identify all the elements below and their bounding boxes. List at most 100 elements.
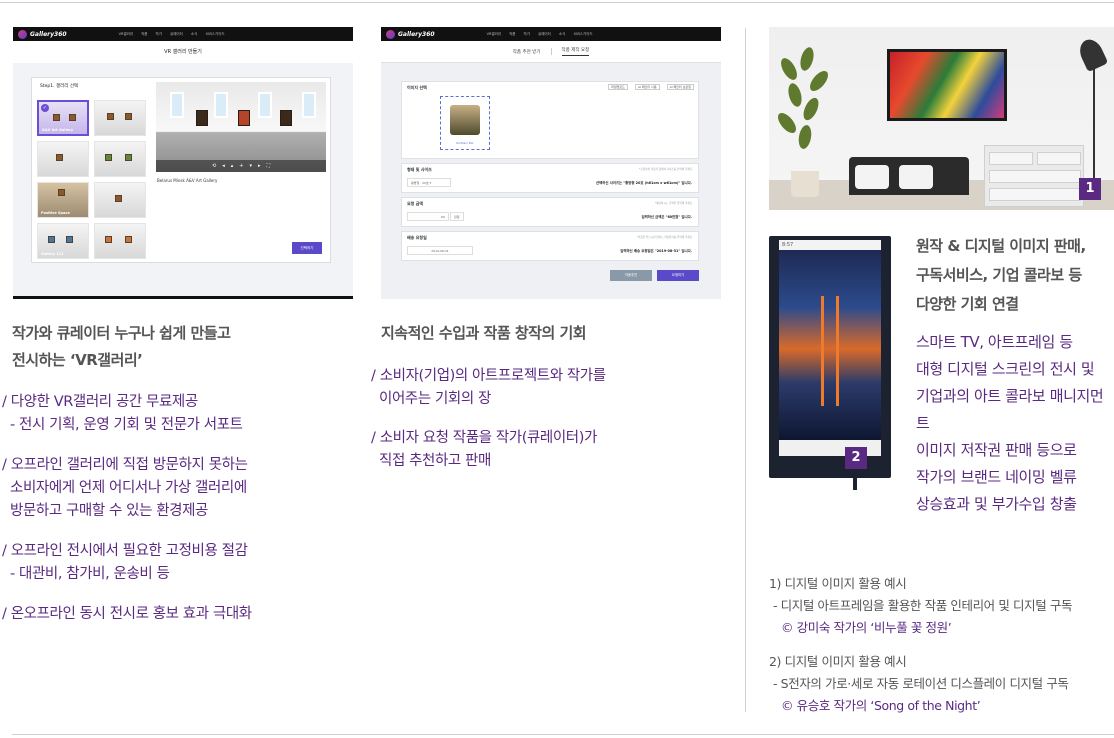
caption-2: 2) 디지털 이미지 활용 예시 - S전자의 가로·세로 자동 로테이션 디스… <box>769 654 1069 713</box>
gallery-thumb[interactable]: Gallery 111 <box>37 223 89 259</box>
section-title: 배송 요청일 <box>407 235 427 240</box>
tab-recommend[interactable]: 작품 추천 받기 <box>513 49 541 55</box>
list-item: / 오프라인 갤러리에 직접 방문하지 못하는 소비자에게 언제 어디서나 가상… <box>2 457 248 519</box>
section-title: 요청 금액 <box>407 201 424 206</box>
frame-icon <box>58 189 65 196</box>
plus-icon[interactable]: + <box>239 163 243 169</box>
frame-icon <box>107 113 114 120</box>
gallery-select-panel: Step1. 갤러리 선택 *원하는 갤러리 공간을 선택하여 주세요. ⌄ ✓… <box>31 77 331 263</box>
image-thumbnail <box>450 105 480 135</box>
upload-button[interactable]: 파일업로드 <box>608 84 628 90</box>
col1-title: 작가와 큐레이터 누구나 쉽게 만들고 전시하는 ‘VR갤러리’ <box>12 324 231 369</box>
bottom-divider <box>12 734 1114 735</box>
tab-request[interactable]: 작품 제작 요청 <box>561 47 590 56</box>
section-hint: *작품을 받으시길 원하는 희망일자를 입력해 주세요. <box>636 236 693 239</box>
frame-icon <box>125 113 132 120</box>
date-summary: 입력하신 배송 요청일은 "2019-08-31" 입니다. <box>620 249 692 253</box>
image-select-card: 이미지 선택 파일업로드 AI 페인터 사용 AI 페인터 보관함 Northe… <box>401 81 699 159</box>
nav-item[interactable]: VR갤러리 <box>119 32 134 37</box>
frame-icon <box>53 114 60 121</box>
col3-text: 스마트 TV, 아트프레임 등 대형 디지털 스크린의 전시 및 기업과의 아트… <box>916 333 1104 513</box>
bridge-tower-shape <box>821 296 839 406</box>
nav-item[interactable]: VR갤러리 <box>487 32 502 37</box>
gallery-thumb[interactable] <box>37 141 89 177</box>
nav-item[interactable]: 서비스가이드 <box>573 32 592 37</box>
image-options: 파일업로드 AI 페인터 사용 AI 페인터 보관함 <box>608 84 694 90</box>
auto-recommend-button[interactable]: 자동추천 <box>610 270 652 281</box>
logo[interactable]: Gallery360 <box>18 29 67 39</box>
nav-item[interactable]: 작품 <box>141 32 147 37</box>
kiosk-screen <box>779 250 881 440</box>
plant-illustration <box>774 45 833 197</box>
form-tabs: 작품 추천 받기 작품 제작 요청 <box>381 41 721 63</box>
nav-item[interactable]: 큐레이터 <box>170 32 183 37</box>
artwork-shape <box>238 110 250 126</box>
sofa-illustration <box>849 157 969 195</box>
frame-icon <box>69 114 76 121</box>
arrow-down-icon[interactable]: ▾ <box>249 163 252 169</box>
ai-painter-button[interactable]: AI 페인터 사용 <box>634 84 660 90</box>
section-title: 형태 및 사이즈 <box>407 167 432 172</box>
size-select[interactable]: 황방형 · 20호 ▾ <box>407 178 451 187</box>
fullscreen-icon[interactable]: ⛶ <box>266 163 270 169</box>
top-nav: Gallery360 VR갤러리 작품 작가 큐레이터 소식 서비스가이드 <box>381 27 721 41</box>
nav-menu: VR갤러리 작품 작가 큐레이터 소식 서비스가이드 <box>119 32 225 37</box>
list-item: / 오프라인 전시에서 필요한 고정비용 절감 - 대관비, 참가비, 운송비 … <box>2 543 248 582</box>
col2-list: / 소비자(기업)의 아트프로젝트와 작가를 이어주는 기회의 장 / 소비자 … <box>371 365 606 490</box>
digital-frame-photo: 1 <box>769 27 1114 210</box>
artwork-image <box>890 52 1004 118</box>
nav-item[interactable]: 큐레이터 <box>538 32 551 37</box>
frame-icon <box>56 154 63 161</box>
lamp-illustration <box>1069 35 1109 189</box>
gallery-thumb[interactable] <box>94 100 146 136</box>
nav-item[interactable]: 소식 <box>191 32 197 37</box>
ai-storage-button[interactable]: AI 페인터 보관함 <box>666 84 694 90</box>
selected-image[interactable]: Northern Pier <box>440 96 490 150</box>
window-shape <box>258 92 272 118</box>
frame-icon <box>125 154 132 161</box>
section-hint: *요청하실 작품의 형태와 사이즈를 선택해 주세요. <box>639 168 693 171</box>
gallery-thumb[interactable] <box>94 182 146 218</box>
price-summary: 입력하신 금액은 "60만원" 입니다. <box>641 215 692 219</box>
price-input[interactable]: 60 <box>407 212 449 221</box>
nav-item[interactable]: 소식 <box>559 32 565 37</box>
list-item: / 다양한 VR갤러리 공간 무료제공 - 전시 기획, 운영 기회 및 전문가… <box>2 394 243 433</box>
size-card: 형태 및 사이즈 *요청하실 작품의 형태와 사이즈를 선택해 주세요. 황방형… <box>401 163 699 193</box>
rotate-icon[interactable]: ⟲ <box>212 163 216 169</box>
frame-icon <box>66 236 73 243</box>
gallery-thumb-selected[interactable]: ✓ A&V Art Gallery <box>37 100 89 136</box>
request-button[interactable]: 요청하기 <box>657 270 699 281</box>
gallery-3d-preview[interactable]: ⟲ ◂ ▴ + ▾ ▸ ⛶ <box>156 82 326 172</box>
window-shape <box>302 92 316 118</box>
arrow-up-icon[interactable]: ▴ <box>231 163 234 169</box>
nav-item[interactable]: 작품 <box>509 32 515 37</box>
top-divider <box>0 2 1114 3</box>
gallery-thumb[interactable] <box>94 141 146 177</box>
check-icon: ✓ <box>41 104 49 112</box>
thumb-label: Gallery 111 <box>41 252 64 256</box>
nav-item[interactable]: 서비스가이드 <box>205 32 224 37</box>
gallery-thumb[interactable]: Positive Space <box>37 182 89 218</box>
number-badge: 2 <box>845 447 867 469</box>
logo[interactable]: Gallery360 <box>386 29 435 39</box>
list-item: / 소비자(기업)의 아트프로젝트와 작가를 이어주는 기회의 장 <box>371 368 606 407</box>
kiosk-stand <box>853 478 857 490</box>
size-summary: 선택하신 사이즈는 "황방형 20호 (h61cm x w61cm)" 입니다. <box>596 181 692 185</box>
arrow-right-icon[interactable]: ▸ <box>258 163 261 169</box>
column-divider <box>745 28 746 712</box>
window-shape <box>170 92 184 118</box>
nav-item[interactable]: 작가 <box>524 32 530 37</box>
col3-title: 원작 & 디지털 이미지 판매, 구독서비스, 기업 콜라보 등 다양한 기회 … <box>916 237 1086 313</box>
artwork-shape <box>196 110 208 126</box>
section-title: 이미지 선택 <box>407 85 427 90</box>
gallery-thumb[interactable] <box>94 223 146 259</box>
kiosk-status-bar: 8:57 <box>779 240 881 250</box>
select-button[interactable]: 선택하기 <box>292 242 322 254</box>
logo-icon <box>386 29 395 39</box>
section-hint: *예산하시는 금액을 입력해 주세요. <box>654 202 693 205</box>
gallery-name: Belarus Minsk A&V Art Gallery <box>157 178 218 183</box>
frame-icon <box>48 236 55 243</box>
arrow-left-icon[interactable]: ◂ <box>222 163 225 169</box>
date-input[interactable]: 2019-08-31 <box>407 246 473 255</box>
nav-item[interactable]: 작가 <box>156 32 162 37</box>
